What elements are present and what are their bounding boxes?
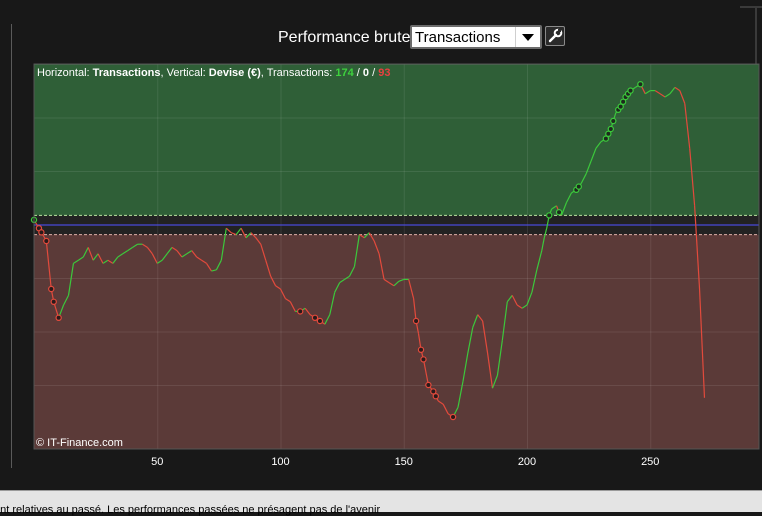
info-h-prefix: Horizontal:	[37, 67, 93, 79]
loss-marker	[432, 393, 439, 400]
loss-marker	[43, 237, 50, 245]
loss-marker	[420, 356, 427, 363]
x-tick-label: 150	[395, 456, 413, 468]
info-h-value: Transactions	[93, 67, 161, 79]
x-axis-ticks: 50 100 150 200 250	[151, 456, 659, 468]
x-tick-label: 100	[271, 456, 289, 468]
performance-chart: 50 100 150 200 250 Horizontal: Transactions,…	[30, 63, 760, 468]
info-line: Horizontal: Transactions, Vertical: Devi…	[37, 67, 390, 79]
loss-marker	[316, 317, 324, 325]
gain-marker	[637, 80, 644, 88]
x-tick-label: 200	[518, 456, 536, 468]
loss-marker	[412, 317, 420, 325]
gain-marker	[607, 125, 615, 133]
info-v-value: Devise (€)	[209, 67, 261, 79]
loss-marker	[50, 298, 57, 305]
loss-marker	[297, 308, 304, 315]
gain-marker	[610, 117, 617, 125]
gain-marker	[545, 212, 553, 219]
loss-marker	[449, 413, 457, 421]
info-sep-1: /	[354, 67, 363, 79]
loss-marker	[311, 314, 319, 321]
x-tick-label: 250	[641, 456, 659, 468]
info-v-prefix: , Vertical:	[161, 67, 209, 79]
gain-marker	[555, 208, 563, 216]
gain-marker	[627, 87, 634, 94]
loss-marker	[425, 381, 432, 389]
watermark: © IT-Finance.com	[36, 437, 123, 449]
loss-marker	[38, 229, 45, 236]
x-tick-label: 50	[151, 456, 163, 468]
loss-marker	[55, 314, 62, 321]
info-sep-2: /	[369, 67, 378, 79]
loss-marker	[417, 346, 425, 353]
losing-count: 93	[378, 67, 390, 79]
disclaimer-text: ont relatives au passé. Les performances…	[0, 504, 381, 516]
info-t-prefix: , Transactions:	[261, 67, 336, 79]
winning-count: 174	[335, 67, 354, 79]
status-bar: ont relatives au passé. Les performances…	[0, 490, 762, 516]
loss-marker	[48, 285, 55, 293]
gain-marker	[575, 183, 582, 190]
